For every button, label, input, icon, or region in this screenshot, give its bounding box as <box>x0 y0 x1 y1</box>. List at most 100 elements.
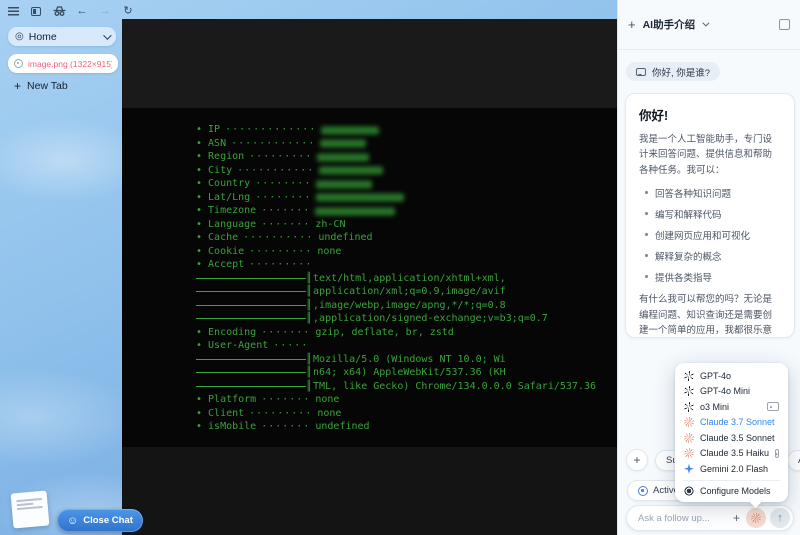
model-menu-item[interactable]: Gemini 2.0 Flash <box>675 461 788 477</box>
pipe-icon: ║ <box>306 299 313 311</box>
terminal-field-label: Cookie <box>208 245 245 257</box>
model-icon <box>684 370 694 381</box>
assistant-heading: 你好! <box>639 109 669 123</box>
vision-badge-icon <box>775 448 779 458</box>
drag-thumbnail[interactable] <box>10 490 50 529</box>
model-menu: GPT-4o GPT-4o Mini o3 Mini Claude 3.7 So… <box>675 363 788 502</box>
pipe-icon: ║ <box>306 313 313 325</box>
terminal-leader-dots: ·········· <box>243 232 314 244</box>
home-label: Home <box>28 30 57 43</box>
terminal-line: • ║ text/html,application/xhtml+xml, <box>196 272 596 286</box>
close-chat-button[interactable]: ☺ Close Chat <box>57 509 143 532</box>
redacted-value <box>320 139 367 148</box>
terminal-leader-dots: ······· <box>261 205 311 217</box>
model-menu-item[interactable]: GPT-4o Mini <box>675 384 788 400</box>
terminal-field-label: Timezone <box>208 205 257 217</box>
terminal-line: • Language ······· zh-CN ║ <box>196 218 596 232</box>
page-icon <box>14 59 23 68</box>
terminal-line: • Timezone ······· ║ <box>196 204 596 218</box>
terminal-wrapped-text: text/html,application/xhtml+xml, <box>313 272 506 284</box>
terminal-field-label: Platform <box>208 394 257 406</box>
chat-input[interactable] <box>638 512 731 524</box>
model-label: GPT-4o <box>700 370 732 381</box>
model-icon <box>684 417 694 428</box>
bullet-icon: • <box>196 232 203 244</box>
model-icon <box>684 432 694 443</box>
terminal-line: • Lat/Lng ········ ║ <box>196 191 596 205</box>
model-menu-item[interactable]: GPT-4o <box>675 368 788 384</box>
terminal-line: • Region ········· ║ <box>196 150 596 164</box>
redacted-value <box>316 180 373 189</box>
model-label: GPT-4o Mini <box>700 386 751 397</box>
forward-icon[interactable]: → <box>98 4 112 18</box>
redacted-value <box>316 193 405 202</box>
chevron-down-icon[interactable] <box>103 30 112 40</box>
configure-models-item[interactable]: Configure Models <box>675 484 788 500</box>
terminal-line: • Platform ······· none ║ <box>196 393 596 407</box>
terminal-wrapped-text: Mozilla/5.0 (Windows NT 10.0; Wi <box>313 353 506 365</box>
terminal-field-label: Cache <box>208 232 239 244</box>
model-icon <box>684 386 694 397</box>
attach-icon[interactable]: + <box>733 511 740 525</box>
model-menu-item[interactable]: Claude 3.5 Sonnet <box>675 430 788 446</box>
window-icon[interactable] <box>29 4 43 18</box>
terminal-field-value: none <box>315 394 340 406</box>
refresh-icon[interactable]: ↻ <box>121 4 135 18</box>
terminal-leader-dots: ········ <box>255 178 312 190</box>
vision-badge-icon <box>767 402 779 412</box>
assistant-bullet: 创建网页应用和可视化 <box>643 228 781 242</box>
menu-icon[interactable] <box>6 4 20 18</box>
assistant-bullet: 提供各类指导 <box>643 270 781 284</box>
sidebar-item-image-tab[interactable]: image.png (1322×915) <box>8 54 118 73</box>
model-menu-item[interactable]: Claude 3.7 Sonnet <box>675 415 788 431</box>
chevron-down-icon[interactable] <box>702 19 710 27</box>
bullet-icon: • <box>196 407 203 419</box>
model-selector-button[interactable] <box>746 508 766 528</box>
bullet-icon: • <box>196 205 203 217</box>
add-suggestion-button[interactable]: + <box>626 449 648 471</box>
terminal-line: • User-Agent ····· ║ <box>196 339 596 353</box>
model-label: o3 Mini <box>700 401 730 412</box>
bullet-icon: • <box>196 137 203 149</box>
new-tab-button[interactable]: + New Tab <box>14 79 68 93</box>
bullet-icon: • <box>196 340 203 352</box>
terminal-line: • ║ ,application/signed-exchange;v=b3;q=… <box>196 312 596 326</box>
chat-title: AI助手介绍 <box>642 19 696 31</box>
terminal-field-label: Language <box>208 218 257 230</box>
terminal-leader-dots: ··········· <box>237 164 315 176</box>
terminal-leader-dots: ········ <box>255 191 312 203</box>
terminal-leader-dots: ············ <box>231 137 316 149</box>
pipe-icon: ║ <box>306 353 313 365</box>
back-icon[interactable]: ← <box>75 4 89 18</box>
terminal-line: • ║ Mozilla/5.0 (Windows NT 10.0; Wi <box>196 353 596 367</box>
terminal-field-label: Country <box>208 178 251 190</box>
continuation-rule <box>196 277 306 279</box>
terminal-line: • ║ n64; x64) AppleWebKit/537.36 (KH <box>196 366 596 380</box>
terminal-field-value: zh-CN <box>315 218 346 230</box>
sidebar-item-home[interactable]: ◎ Home <box>8 27 116 46</box>
terminal-field-value: undefined <box>318 232 373 244</box>
bullet-icon: • <box>196 394 203 406</box>
terminal-field-label: Client <box>208 407 245 419</box>
send-button[interactable]: ↑ <box>770 508 790 528</box>
terminal-line: • City ··········· ║ <box>196 164 596 178</box>
terminal-line: • Encoding ······· gzip, deflate, br, zs… <box>196 326 596 340</box>
redacted-value <box>321 126 380 135</box>
continuation-rule <box>196 385 306 387</box>
pipe-icon: ║ <box>306 380 313 392</box>
terminal-top-band <box>122 19 617 108</box>
terminal-leader-dots: ······· <box>261 326 311 338</box>
terminal-leader-dots: ······· <box>261 421 311 433</box>
model-menu-item[interactable]: Claude 3.5 Haiku <box>675 446 788 462</box>
incognito-icon[interactable] <box>52 4 66 18</box>
pipe-icon: ║ <box>306 272 313 284</box>
model-icon <box>684 463 694 474</box>
terminal-wrapped-text: application/xml;q=0.9,image/avif <box>313 286 506 298</box>
panel-toggle-icon[interactable] <box>779 19 790 30</box>
new-chat-button[interactable]: + <box>628 17 636 32</box>
partial-chip[interactable]: A <box>787 450 800 471</box>
continuation-rule <box>196 318 306 320</box>
terminal-line: • ASN ············ ║ <box>196 137 596 151</box>
user-message: 你好, 你是谁? <box>626 62 721 81</box>
model-menu-item[interactable]: o3 Mini <box>675 399 788 415</box>
